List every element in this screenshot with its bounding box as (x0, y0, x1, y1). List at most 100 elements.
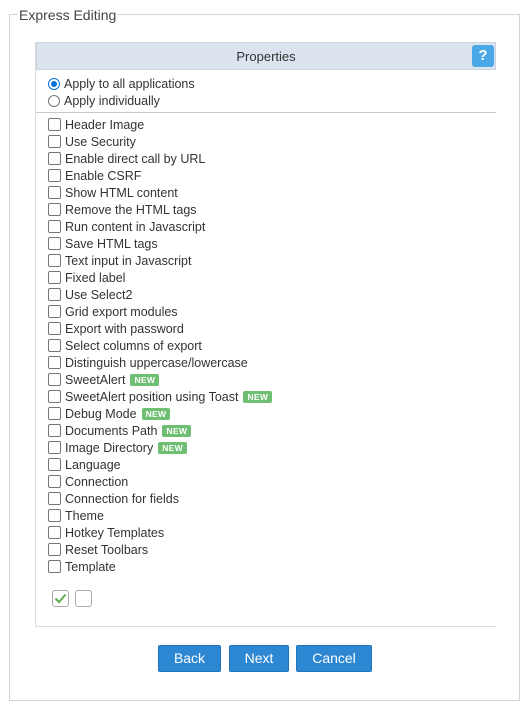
option-row[interactable]: Grid export modules (47, 303, 272, 320)
option-checkbox[interactable] (48, 356, 61, 369)
new-badge: NEW (141, 407, 171, 420)
apply-individually-option[interactable]: Apply individually (47, 92, 496, 109)
option-checkbox[interactable] (48, 135, 61, 148)
option-label: Save HTML tags (65, 236, 158, 251)
option-label: Connection for fields (65, 491, 179, 506)
option-label: Grid export modules (65, 304, 178, 319)
option-label: Reset Toolbars (65, 542, 149, 557)
option-checkbox[interactable] (48, 339, 61, 352)
option-row[interactable]: Documents Path NEW (47, 422, 272, 439)
uncheck-all-button[interactable] (75, 590, 92, 607)
option-row[interactable]: SweetAlert position using Toast NEW (47, 388, 273, 405)
option-checkbox[interactable] (48, 305, 61, 318)
next-button[interactable]: Next (229, 645, 289, 672)
option-label: Show HTML content (65, 185, 178, 200)
option-checkbox[interactable] (48, 543, 61, 556)
option-label: Image Directory (65, 440, 154, 455)
apply-mode-group: Apply to all applications Apply individu… (36, 70, 496, 109)
option-label: Fixed label (65, 270, 126, 285)
option-checkbox[interactable] (48, 407, 61, 420)
option-checkbox[interactable] (48, 441, 61, 454)
option-label: Distinguish uppercase/lowercase (65, 355, 248, 370)
option-row[interactable]: Header Image (47, 116, 272, 133)
new-badge: NEW (162, 424, 192, 437)
option-row[interactable]: Image Directory NEW (47, 439, 272, 456)
help-button[interactable]: ? (472, 45, 494, 67)
option-label: Export with password (65, 321, 184, 336)
option-row[interactable]: Use Select2 (47, 286, 272, 303)
option-checkbox[interactable] (48, 373, 61, 386)
option-label: Theme (65, 508, 104, 523)
option-row[interactable]: Debug Mode NEW (47, 405, 272, 422)
option-label: Enable CSRF (65, 168, 142, 183)
option-row[interactable]: Connection (47, 473, 272, 490)
option-row[interactable]: Reset Toolbars (47, 541, 272, 558)
option-checkbox[interactable] (48, 152, 61, 165)
option-label: Template (65, 559, 116, 574)
option-label: Hotkey Templates (65, 525, 165, 540)
properties-header: Properties ? (36, 42, 496, 70)
option-label: Documents Path (65, 423, 158, 438)
option-checkbox[interactable] (48, 186, 61, 199)
option-row[interactable]: Select columns of export (47, 337, 272, 354)
cancel-button[interactable]: Cancel (296, 645, 372, 672)
option-row[interactable]: Use Security (47, 133, 272, 150)
divider (36, 112, 496, 113)
option-checkbox[interactable] (48, 118, 61, 131)
window-title: Express Editing (18, 6, 118, 24)
option-row[interactable]: Remove the HTML tags (47, 201, 272, 218)
option-label: Use Select2 (65, 287, 133, 302)
option-row[interactable]: Distinguish uppercase/lowercase (47, 354, 272, 371)
option-row[interactable]: Template (47, 558, 272, 575)
apply-all-radio[interactable] (48, 77, 60, 90)
check-all-button[interactable] (52, 590, 69, 607)
option-label: SweetAlert (65, 372, 126, 387)
option-checkbox[interactable] (48, 560, 61, 573)
option-checkbox[interactable] (48, 220, 61, 233)
option-row[interactable]: Enable direct call by URL (47, 150, 272, 167)
option-row[interactable]: Language (47, 456, 272, 473)
option-row[interactable]: Text input in Javascript (47, 252, 272, 269)
apply-all-option[interactable]: Apply to all applications (47, 75, 496, 92)
properties-title: Properties (236, 49, 296, 64)
option-row[interactable]: Show HTML content (47, 184, 272, 201)
option-row[interactable]: Connection for fields (47, 490, 272, 507)
option-checkbox[interactable] (48, 424, 61, 437)
apply-individually-radio[interactable] (48, 94, 60, 107)
option-label: Text input in Javascript (65, 253, 192, 268)
option-label: Language (65, 457, 121, 472)
options-list: Header Image Use Security Enable direct ca… (47, 116, 273, 575)
option-row[interactable]: Run content in Javascript (47, 218, 272, 235)
option-row[interactable]: Theme (47, 507, 272, 524)
option-checkbox[interactable] (48, 475, 61, 488)
option-checkbox[interactable] (48, 203, 61, 216)
option-row[interactable]: Enable CSRF (47, 167, 272, 184)
back-button[interactable]: Back (158, 645, 221, 672)
option-checkbox[interactable] (48, 526, 61, 539)
option-checkbox[interactable] (48, 458, 61, 471)
option-checkbox[interactable] (48, 288, 61, 301)
new-badge: NEW (158, 441, 187, 454)
option-label: Connection (65, 474, 129, 489)
option-row[interactable]: Export with password (47, 320, 272, 337)
new-badge: NEW (130, 373, 160, 386)
option-checkbox[interactable] (48, 509, 61, 522)
option-checkbox[interactable] (48, 492, 61, 505)
option-checkbox[interactable] (48, 322, 61, 335)
option-checkbox[interactable] (48, 237, 61, 250)
option-row[interactable]: Save HTML tags (47, 235, 272, 252)
option-checkbox[interactable] (48, 390, 61, 403)
option-row[interactable]: Hotkey Templates (47, 524, 272, 541)
option-checkbox[interactable] (48, 271, 61, 284)
option-checkbox[interactable] (48, 169, 61, 182)
apply-individually-label: Apply individually (64, 93, 160, 108)
option-checkbox[interactable] (48, 254, 61, 267)
apply-all-label: Apply to all applications (64, 76, 195, 91)
option-label: Enable direct call by URL (65, 151, 206, 166)
option-row[interactable]: Fixed label (47, 269, 272, 286)
option-label: Remove the HTML tags (65, 202, 197, 217)
option-label: Use Security (65, 134, 136, 149)
option-row[interactable]: SweetAlert NEW (47, 371, 272, 388)
option-label: SweetAlert position using Toast (65, 389, 239, 404)
properties-panel: Properties ? Apply to all applications A… (35, 42, 496, 627)
